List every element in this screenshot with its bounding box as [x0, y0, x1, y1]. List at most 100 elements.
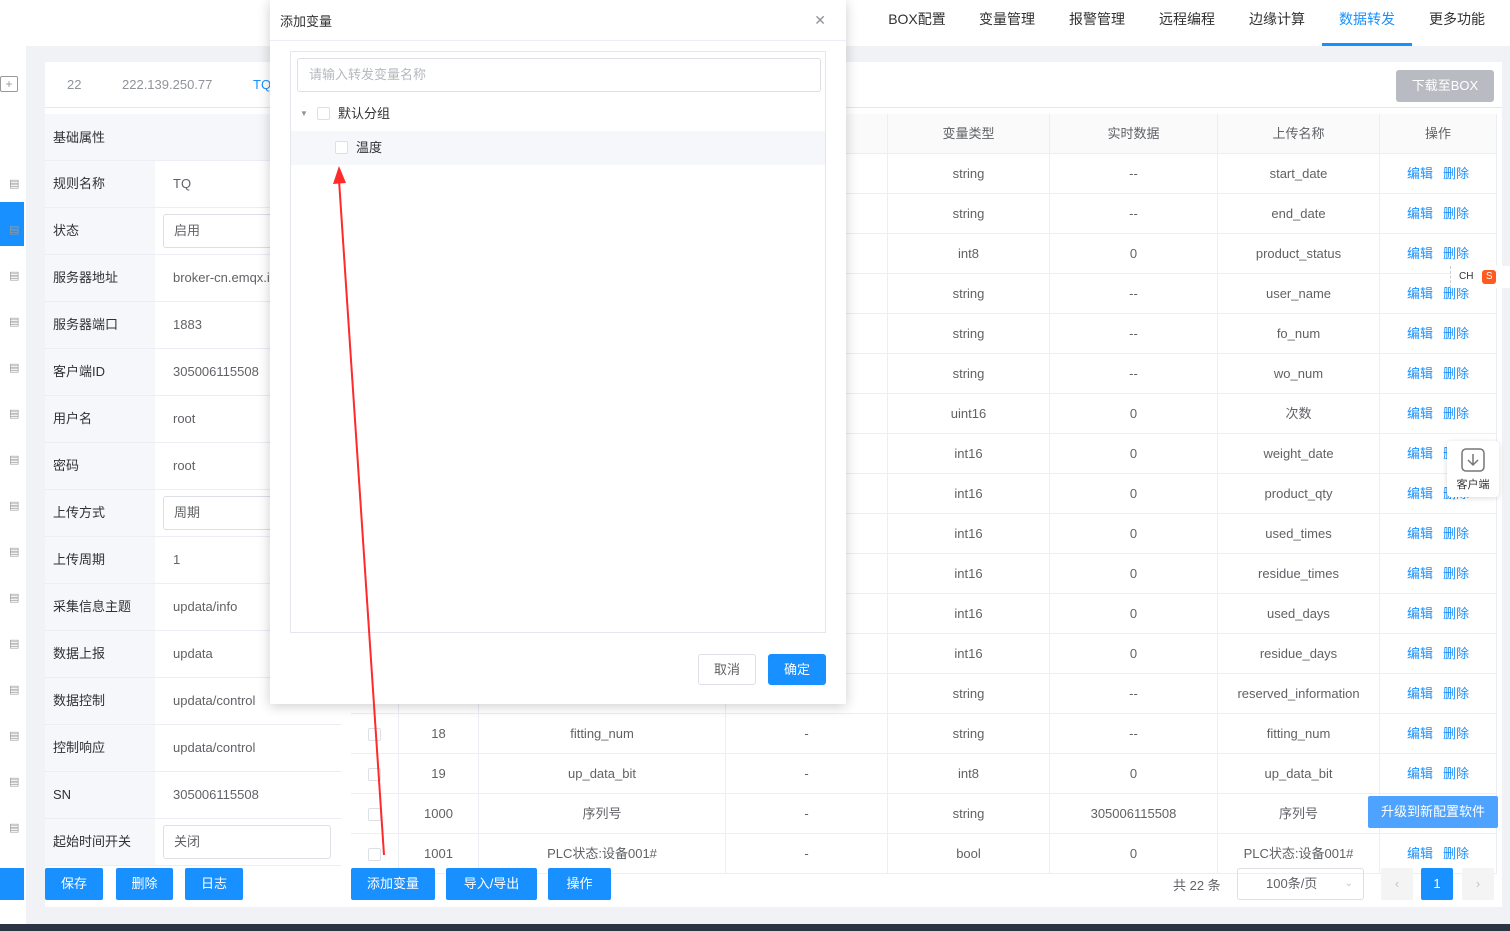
property-value[interactable]: 305006115508 [155, 772, 341, 818]
delete-link[interactable]: 删除 [1443, 686, 1469, 701]
delete-link[interactable]: 删除 [1443, 526, 1469, 541]
edit-link[interactable]: 编辑 [1407, 486, 1433, 501]
delete-link[interactable]: 删除 [1443, 406, 1469, 421]
edit-link[interactable]: 编辑 [1407, 526, 1433, 541]
rail-item-icon[interactable]: ▤ [9, 729, 23, 743]
tree-node-group[interactable]: ▼ 默认分组 [291, 97, 825, 131]
rail-item-icon[interactable]: ▤ [9, 637, 23, 651]
rail-bottom-button[interactable] [0, 868, 24, 900]
operations-button[interactable]: 操作 [548, 868, 611, 900]
tab-ip[interactable]: 222.139.250.77 [122, 62, 212, 108]
nav-item[interactable]: BOX配置 [872, 0, 962, 46]
delete-link[interactable]: 删除 [1443, 246, 1469, 261]
rail-item-icon[interactable]: ▤ [9, 591, 23, 605]
import-export-button[interactable]: 导入/导出 [446, 868, 537, 900]
edit-link[interactable]: 编辑 [1407, 726, 1433, 741]
delete-link[interactable]: 删除 [1443, 206, 1469, 221]
rail-item-icon[interactable]: ▤ [9, 499, 23, 513]
row-checkbox[interactable] [368, 768, 381, 782]
rail-item-icon[interactable]: ▤ [9, 821, 23, 835]
edit-link[interactable]: 编辑 [1407, 366, 1433, 381]
edit-link[interactable]: 编辑 [1407, 406, 1433, 421]
rail-item-icon[interactable]: ▤ [9, 775, 23, 789]
client-download-widget[interactable]: 客户端 [1447, 441, 1499, 497]
property-key: 数据控制 [45, 678, 155, 724]
rail-item-icon[interactable]: ▤ [9, 315, 23, 329]
property-value[interactable]: updata/control [155, 725, 341, 771]
upgrade-button[interactable]: 升级到新配置软件 [1368, 796, 1498, 828]
item-checkbox[interactable] [335, 141, 348, 154]
save-button[interactable]: 保存 [45, 868, 103, 900]
edit-link[interactable]: 编辑 [1407, 166, 1433, 181]
search-input[interactable]: 请输入转发变量名称 [297, 58, 821, 92]
edit-link[interactable]: 编辑 [1407, 766, 1433, 781]
cell-type: uint16 [888, 394, 1050, 433]
rail-item-icon[interactable]: ▤ [9, 269, 23, 283]
cell-actions: 编辑删除 [1380, 754, 1497, 793]
rail-item-icon[interactable]: ▤ [9, 683, 23, 697]
tab-rule-name[interactable]: TQ [253, 62, 271, 108]
nav-item[interactable]: 报警管理 [1052, 0, 1142, 46]
download-to-box-button[interactable]: 下载至BOX [1396, 70, 1494, 102]
confirm-button[interactable]: 确定 [768, 654, 826, 685]
delete-link[interactable]: 删除 [1443, 566, 1469, 581]
cell-upload-name: 序列号 [1218, 794, 1380, 833]
next-page-button[interactable]: › [1462, 868, 1494, 900]
group-checkbox[interactable] [317, 107, 330, 120]
nav-item[interactable]: 远程编程 [1142, 0, 1232, 46]
variable-tree-pane: 请输入转发变量名称 ▼ 默认分组 温度 [290, 51, 826, 633]
rail-item-icon[interactable]: ▤ [9, 545, 23, 559]
delete-link[interactable]: 删除 [1443, 846, 1469, 861]
edit-link[interactable]: 编辑 [1407, 206, 1433, 221]
rail-item-icon[interactable]: ▤ [9, 177, 23, 191]
edit-link[interactable]: 编辑 [1407, 286, 1433, 301]
cell-actions: 编辑删除 [1380, 314, 1497, 353]
rail-item-icon[interactable]: ▤ [9, 223, 23, 237]
nav-item[interactable]: 变量管理 [962, 0, 1052, 46]
delete-link[interactable]: 删除 [1443, 646, 1469, 661]
folder-add-icon[interactable]: + [0, 76, 18, 92]
column-header: 变量类型 [888, 114, 1050, 153]
caret-down-icon[interactable]: ▼ [300, 97, 308, 131]
nav-item[interactable]: 更多功能 [1412, 0, 1502, 46]
nav-item[interactable]: 边缘计算 [1232, 0, 1322, 46]
property-key: 数据上报 [45, 631, 155, 677]
cancel-button[interactable]: 取消 [698, 654, 756, 685]
edit-link[interactable]: 编辑 [1407, 606, 1433, 621]
rail-item-icon[interactable]: ▤ [9, 453, 23, 467]
delete-link[interactable]: 删除 [1443, 366, 1469, 381]
tab-id[interactable]: 22 [67, 62, 81, 108]
edit-link[interactable]: 编辑 [1407, 646, 1433, 661]
edit-link[interactable]: 编辑 [1407, 246, 1433, 261]
edit-link[interactable]: 编辑 [1407, 326, 1433, 341]
delete-link[interactable]: 删除 [1443, 326, 1469, 341]
log-button[interactable]: 日志 [185, 868, 243, 900]
delete-link[interactable]: 删除 [1443, 726, 1469, 741]
edit-link[interactable]: 编辑 [1407, 846, 1433, 861]
add-variable-button[interactable]: 添加变量 [351, 868, 435, 900]
edit-link[interactable]: 编辑 [1407, 566, 1433, 581]
close-icon[interactable]: ✕ [814, 12, 826, 29]
page-1-button[interactable]: 1 [1421, 868, 1453, 900]
property-select[interactable]: 关闭 [163, 825, 331, 859]
delete-link[interactable]: 删除 [1443, 166, 1469, 181]
page-size-select[interactable]: 100条/页 ⌄ [1237, 868, 1364, 900]
row-checkbox[interactable] [368, 808, 381, 822]
delete-link[interactable]: 删除 [1443, 766, 1469, 781]
nav-item[interactable]: 数据转发 [1322, 0, 1412, 46]
delete-link[interactable]: 删除 [1443, 606, 1469, 621]
tree-node-item[interactable]: 温度 [291, 131, 825, 165]
cell-dash: - [726, 794, 888, 833]
rail-item-icon[interactable]: ▤ [9, 361, 23, 375]
delete-link[interactable]: 删除 [1443, 286, 1469, 301]
cell-type: int16 [888, 634, 1050, 673]
row-checkbox[interactable] [368, 728, 381, 742]
rail-item-icon[interactable]: ▤ [9, 407, 23, 421]
row-checkbox[interactable] [368, 848, 381, 862]
delete-button[interactable]: 删除 [116, 868, 173, 900]
prev-page-button[interactable]: ‹ [1381, 868, 1413, 900]
edit-link[interactable]: 编辑 [1407, 686, 1433, 701]
edit-link[interactable]: 编辑 [1407, 446, 1433, 461]
cell-id: 1000 [399, 794, 479, 833]
dialog-divider [270, 40, 846, 41]
